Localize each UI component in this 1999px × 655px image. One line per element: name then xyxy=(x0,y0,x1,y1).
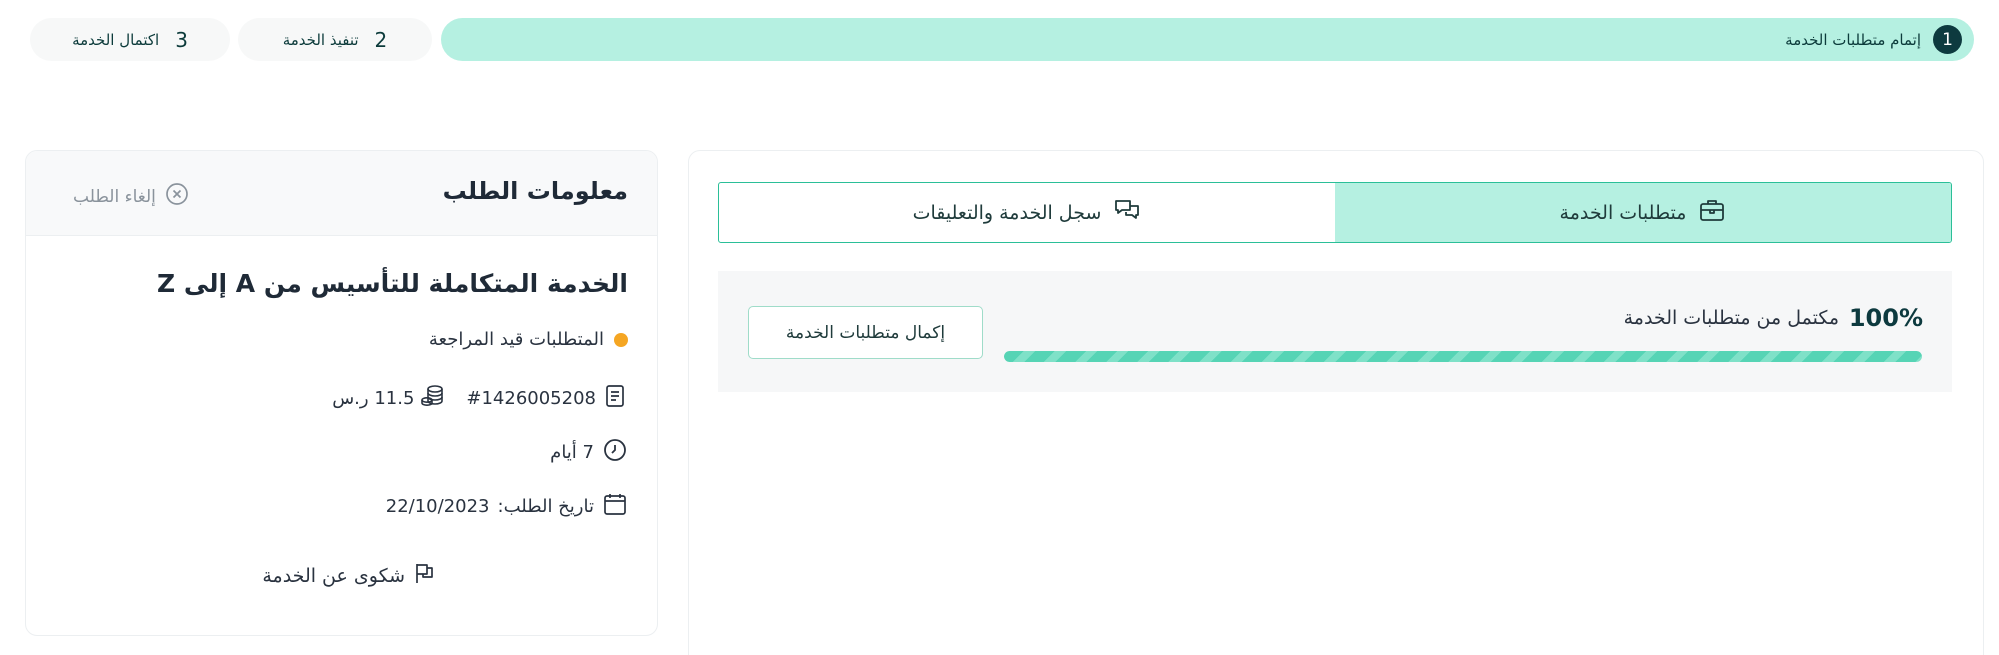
step-3-label: اكتمال الخدمة xyxy=(72,30,160,49)
progress-bar-fill xyxy=(1004,351,1922,362)
order-date-value: 22/10/2023 xyxy=(385,496,490,517)
status-dot xyxy=(614,332,628,347)
order-info-card: معلومات الطلب إلغاء الطلب الخدمة المتكام… xyxy=(25,150,658,636)
step-3-number: 3 xyxy=(175,27,188,52)
step-1-label: إتمام متطلبات الخدمة xyxy=(1785,30,1921,49)
duration-row: 7 أيام xyxy=(550,437,628,468)
duration-value: 7 أيام xyxy=(550,442,594,463)
cancel-order-label: إلغاء الطلب xyxy=(73,186,156,207)
flag-icon xyxy=(411,560,437,591)
calendar-icon xyxy=(602,491,628,522)
step-3[interactable]: 3 اكتمال الخدمة xyxy=(30,18,230,61)
complete-requirements-button[interactable]: إكمال متطلبات الخدمة xyxy=(748,306,983,359)
step-2-number: 2 xyxy=(374,27,388,52)
service-complaint-label: شكوى عن الخدمة xyxy=(262,564,405,587)
tab-service-requirements[interactable]: متطلبات الخدمة xyxy=(1335,183,1951,242)
order-info-header: معلومات الطلب إلغاء الطلب xyxy=(26,151,657,236)
tab-service-log[interactable]: سجل الخدمة والتعليقات xyxy=(719,183,1335,242)
requirements-progress-panel: 100% مكتمل من متطلبات الخدمة إكمال متطلب… xyxy=(718,271,1952,392)
close-circle-icon xyxy=(164,181,190,212)
order-number: #1426005208 xyxy=(466,388,596,409)
document-icon xyxy=(602,383,628,414)
tabs: سجل الخدمة والتعليقات متطلبات الخدمة xyxy=(718,182,1952,243)
order-price: 11.5 ر.س xyxy=(332,388,415,409)
order-status: المتطلبات قيد المراجعة xyxy=(429,329,628,350)
progress-percent: 100% xyxy=(1848,304,1923,332)
clock-icon xyxy=(602,437,628,468)
briefcase-icon xyxy=(1698,196,1726,229)
order-date-row: تاريخ الطلب: 22/10/2023 xyxy=(386,491,628,522)
tab-service-log-label: سجل الخدمة والتعليقات xyxy=(912,201,1102,224)
progress-label: مكتمل من متطلبات الخدمة xyxy=(1623,307,1839,329)
tab-service-requirements-label: متطلبات الخدمة xyxy=(1559,201,1687,224)
cancel-order-button[interactable]: إلغاء الطلب xyxy=(73,181,190,212)
order-number-row: #1426005208 11.5 ر.س xyxy=(332,383,628,414)
chat-bubbles-icon xyxy=(1113,196,1141,229)
order-price-group: 11.5 ر.س xyxy=(332,383,446,414)
step-2[interactable]: 2 تنفيذ الخدمة xyxy=(238,18,432,61)
progress-bar xyxy=(1004,351,1922,362)
coins-icon xyxy=(420,383,446,414)
order-status-label: المتطلبات قيد المراجعة xyxy=(428,329,604,350)
service-complaint-link[interactable]: شكوى عن الخدمة xyxy=(262,560,437,591)
order-info-title: معلومات الطلب xyxy=(442,177,628,205)
step-1[interactable]: 1 إتمام متطلبات الخدمة xyxy=(441,18,1974,61)
service-requirements-card: سجل الخدمة والتعليقات متطلبات الخدمة 100… xyxy=(688,150,1984,655)
service-name: الخدمة المتكاملة للتأسيس من A إلى Z xyxy=(156,269,628,298)
order-date-label: تاريخ الطلب: xyxy=(497,496,595,517)
step-2-label: تنفيذ الخدمة xyxy=(282,30,359,49)
step-1-number: 1 xyxy=(1933,25,1962,54)
